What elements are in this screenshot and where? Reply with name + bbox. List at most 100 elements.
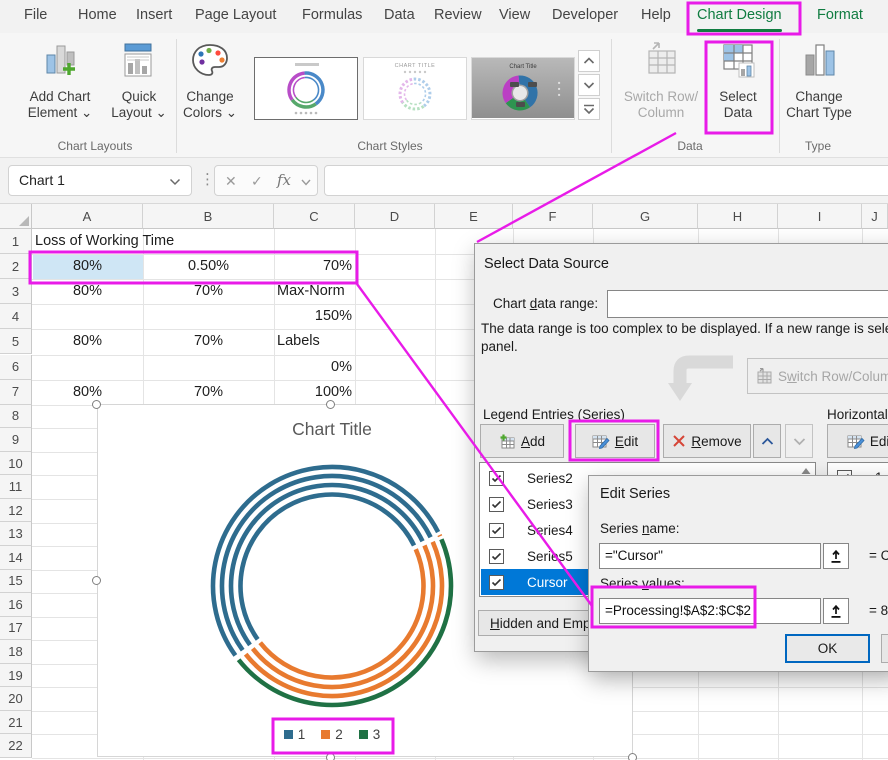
row-header-16[interactable]: 16 — [0, 593, 32, 617]
quick-layout-button[interactable]: Quick Layout ⌄ — [106, 41, 172, 121]
column-header-G[interactable]: G — [593, 204, 698, 229]
add-series-button[interactable]: Add — [480, 424, 564, 458]
series-values-range-button[interactable] — [823, 598, 849, 624]
fx-dropdown-icon[interactable] — [301, 179, 311, 186]
cell-A5[interactable]: 80% — [32, 329, 143, 354]
column-header-C[interactable]: C — [274, 204, 355, 229]
doughnut-segment[interactable] — [241, 495, 415, 640]
row-header-20[interactable]: 20 — [0, 687, 32, 711]
tab-formulas[interactable]: Formulas — [302, 7, 362, 27]
doughnut-segment[interactable] — [231, 485, 423, 645]
series-name-input[interactable]: ="Cursor" — [599, 543, 821, 569]
chart-handle-top-center[interactable] — [326, 400, 335, 409]
row-header-3[interactable]: 3 — [0, 279, 32, 304]
row-header-18[interactable]: 18 — [0, 640, 32, 664]
add-chart-element-button[interactable]: Add Chart Element ⌄ — [12, 41, 108, 121]
tab-help[interactable]: Help — [641, 7, 671, 27]
tab-home[interactable]: Home — [78, 7, 117, 27]
chart-handle-bottom-center[interactable] — [326, 753, 335, 760]
chart-style-thumb-1[interactable] — [254, 57, 358, 120]
column-header-A[interactable]: A — [32, 204, 143, 229]
legend-item-3[interactable]: 3 — [359, 727, 381, 742]
formula-input[interactable] — [324, 165, 888, 196]
chart-handle-bottom-right[interactable] — [628, 753, 637, 760]
edit-series-button[interactable]: Edit — [575, 424, 655, 458]
row-header-13[interactable]: 13 — [0, 522, 32, 546]
tab-file[interactable]: File — [24, 7, 47, 27]
horizontal-axis-edit-button[interactable]: Edit — [827, 424, 888, 458]
move-series-up-button[interactable] — [753, 424, 781, 458]
row-header-5[interactable]: 5 — [0, 329, 32, 354]
column-header-H[interactable]: H — [698, 204, 778, 229]
doughnut-segment[interactable] — [440, 535, 441, 536]
column-header-I[interactable]: I — [778, 204, 862, 229]
name-box[interactable]: Chart 1 — [8, 165, 192, 196]
column-header-B[interactable]: B — [143, 204, 274, 229]
remove-series-button[interactable]: Remove — [663, 424, 751, 458]
column-header-F[interactable]: F — [513, 204, 593, 229]
column-header-J[interactable]: J — [862, 204, 888, 229]
tab-page-layout[interactable]: Page Layout — [195, 7, 276, 27]
tab-developer[interactable]: Developer — [552, 7, 618, 27]
tab-format[interactable]: Format — [817, 7, 863, 27]
cancel-entry-icon[interactable]: ✕ — [225, 173, 237, 190]
column-header-D[interactable]: D — [355, 204, 435, 229]
row-header-7[interactable]: 7 — [0, 380, 32, 405]
cell-A2[interactable]: 80% — [32, 254, 143, 279]
cell-A1[interactable]: Loss of Working Time — [32, 229, 332, 254]
row-header-17[interactable]: 17 — [0, 617, 32, 641]
chart-style-thumb-3[interactable]: Chart Title■■■ — [471, 57, 575, 120]
row-header-10[interactable]: 10 — [0, 452, 32, 476]
name-box-dropdown-icon[interactable] — [169, 178, 181, 186]
confirm-entry-icon[interactable]: ✓ — [251, 173, 263, 190]
row-header-4[interactable]: 4 — [0, 304, 32, 329]
series-checkbox[interactable] — [489, 523, 504, 538]
row-header-12[interactable]: 12 — [0, 499, 32, 523]
row-header-21[interactable]: 21 — [0, 711, 32, 735]
row-header-15[interactable]: 15 — [0, 570, 32, 594]
change-chart-type-button[interactable]: Change Chart Type — [781, 41, 857, 121]
row-header-9[interactable]: 9 — [0, 428, 32, 452]
row-header-19[interactable]: 19 — [0, 664, 32, 688]
gallery-more-button[interactable] — [578, 98, 600, 120]
series-checkbox[interactable] — [489, 575, 504, 590]
cell-B3[interactable]: 70% — [143, 279, 274, 304]
series-checkbox[interactable] — [489, 549, 504, 564]
series-checkbox[interactable] — [489, 497, 504, 512]
cell-C4[interactable]: 150% — [274, 304, 355, 329]
cell-C6[interactable]: 0% — [274, 355, 355, 380]
chart-handle-middle-left[interactable] — [92, 576, 101, 585]
cell-C7[interactable]: 100% — [274, 380, 355, 405]
tab-data[interactable]: Data — [384, 7, 415, 27]
ok-button[interactable]: OK — [785, 634, 870, 663]
chart-legend[interactable]: 12 3 — [182, 727, 482, 742]
hidden-and-empty-cells-button[interactable]: Hidden and Emp — [478, 610, 593, 636]
gallery-scroll-up-button[interactable] — [578, 50, 600, 72]
tab-view[interactable]: View — [499, 7, 530, 27]
change-colors-button[interactable]: Change Colors ⌄ — [178, 41, 242, 121]
series-values-input[interactable]: =Processing!$A$2:$C$2 — [599, 598, 821, 624]
cell-B7[interactable]: 70% — [143, 380, 274, 405]
row-header-8[interactable]: 8 — [0, 405, 32, 429]
column-header-E[interactable]: E — [435, 204, 513, 229]
cell-A7[interactable]: 80% — [32, 380, 143, 405]
row-header-2[interactable]: 2 — [0, 254, 32, 279]
tab-review[interactable]: Review — [434, 7, 482, 27]
row-header-22[interactable]: 22 — [0, 734, 32, 758]
chart-style-thumb-2[interactable]: CHART TITLE — [363, 57, 467, 120]
series-name-range-button[interactable] — [823, 543, 849, 569]
cell-C2[interactable]: 70% — [274, 254, 355, 279]
legend-item-1[interactable]: 1 — [284, 727, 306, 742]
cell-B5[interactable]: 70% — [143, 329, 274, 354]
legend-item-2[interactable]: 2 — [321, 727, 343, 742]
row-header-6[interactable]: 6 — [0, 355, 32, 380]
row-header-11[interactable]: 11 — [0, 475, 32, 499]
gallery-scroll-down-button[interactable] — [578, 74, 600, 96]
insert-function-icon[interactable]: fx — [277, 171, 291, 189]
row-header-1[interactable]: 1 — [0, 229, 32, 254]
cancel-button[interactable] — [881, 634, 888, 663]
doughnut-segment[interactable] — [260, 549, 423, 677]
tab-chart-design[interactable]: Chart Design — [697, 7, 782, 27]
doughnut-segment[interactable] — [222, 476, 431, 650]
tab-insert[interactable]: Insert — [136, 7, 172, 27]
